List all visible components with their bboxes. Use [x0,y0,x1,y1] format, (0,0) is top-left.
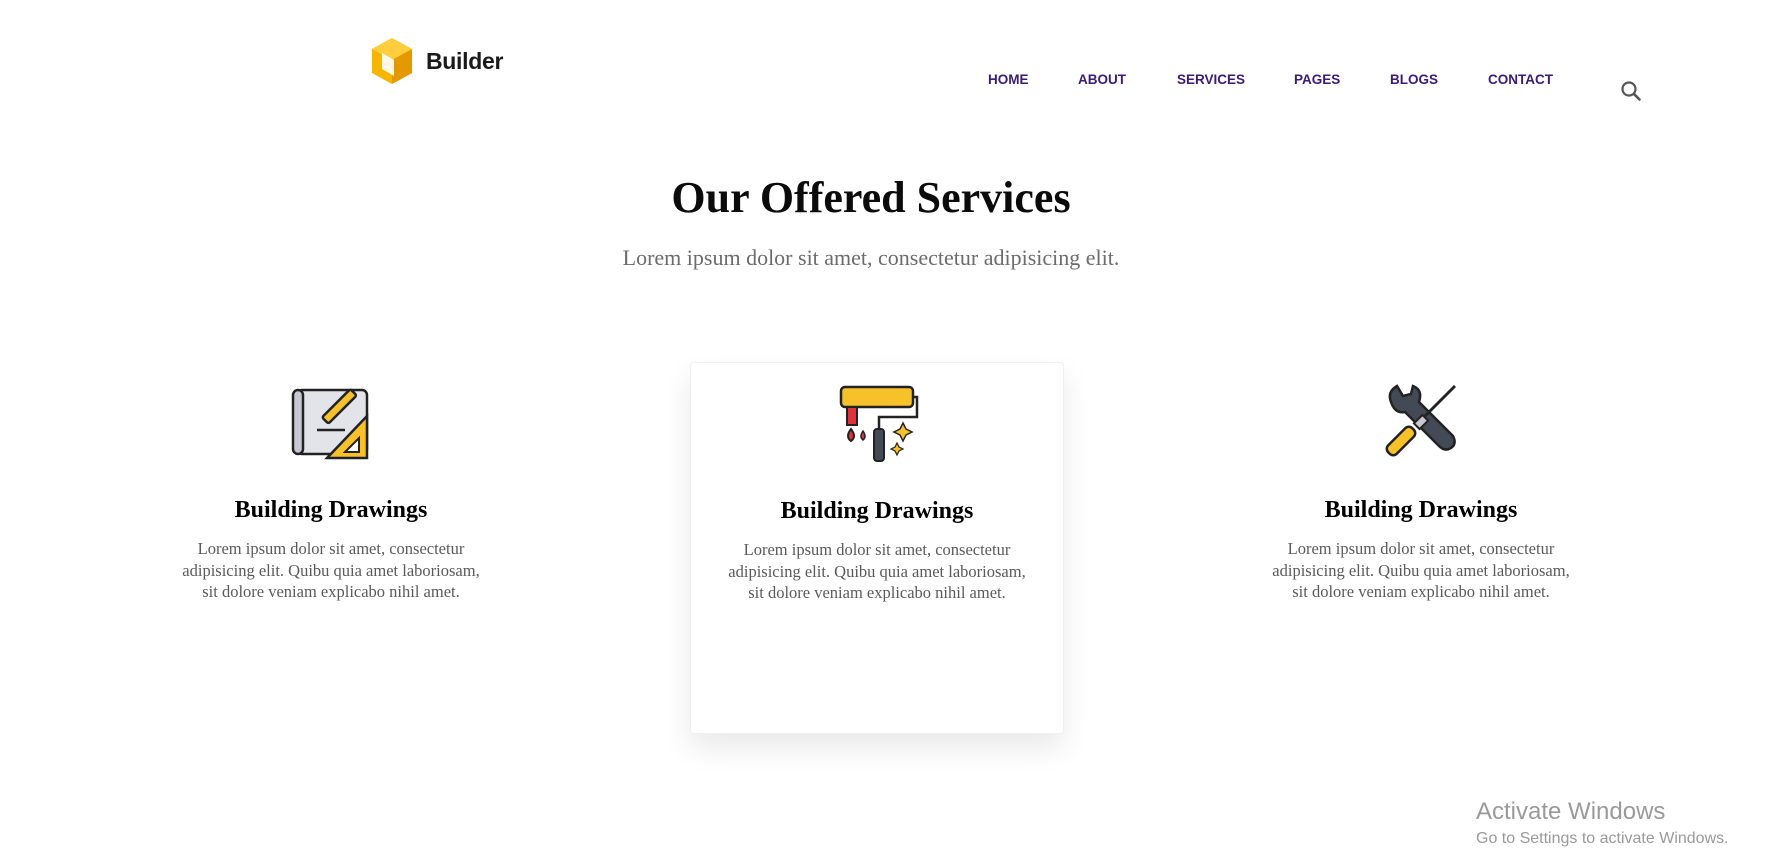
windows-activation-watermark: Activate Windows Go to Settings to activ… [1476,798,1729,848]
service-card[interactable]: Building Drawings Lorem ipsum dolor sit … [1235,362,1607,732]
nav-about[interactable]: ABOUT [1078,72,1126,87]
nav-contact[interactable]: CONTACT [1488,72,1553,87]
service-description: Lorem ipsum dolor sit amet, consectetur … [728,540,1026,602]
nav-pages[interactable]: PAGES [1294,72,1340,87]
section-subtitle: Lorem ipsum dolor sit amet, consectetur … [622,245,1120,270]
service-card[interactable]: Building Drawings Lorem ipsum dolor sit … [145,362,517,732]
nav-home[interactable]: HOME [988,72,1029,87]
watermark-line-2: Go to Settings to activate Windows. [1476,830,1729,847]
search-button[interactable] [1620,80,1642,102]
paint-roller-icon [839,385,919,462]
nav-services[interactable]: SERVICES [1177,72,1245,87]
section-title: Our Offered Services [671,173,1071,222]
service-title: Building Drawings [1324,497,1518,523]
logo-text: Builder [426,47,504,74]
service-title: Building Drawings [780,498,974,524]
service-title: Building Drawings [234,497,428,523]
service-description: Lorem ipsum dolor sit amet, consectetur … [1272,539,1570,601]
search-icon [1621,81,1641,101]
service-card-active[interactable]: Building Drawings Lorem ipsum dolor sit … [690,362,1064,734]
blueprint-icon [291,388,369,460]
nav-blogs[interactable]: BLOGS [1390,72,1438,87]
main-nav: HOME ABOUT SERVICES PAGES BLOGS CONTACT [0,72,1770,92]
service-description: Lorem ipsum dolor sit amet, consectetur … [182,539,480,601]
watermark-line-1: Activate Windows [1476,798,1666,825]
tools-icon [1385,384,1457,457]
